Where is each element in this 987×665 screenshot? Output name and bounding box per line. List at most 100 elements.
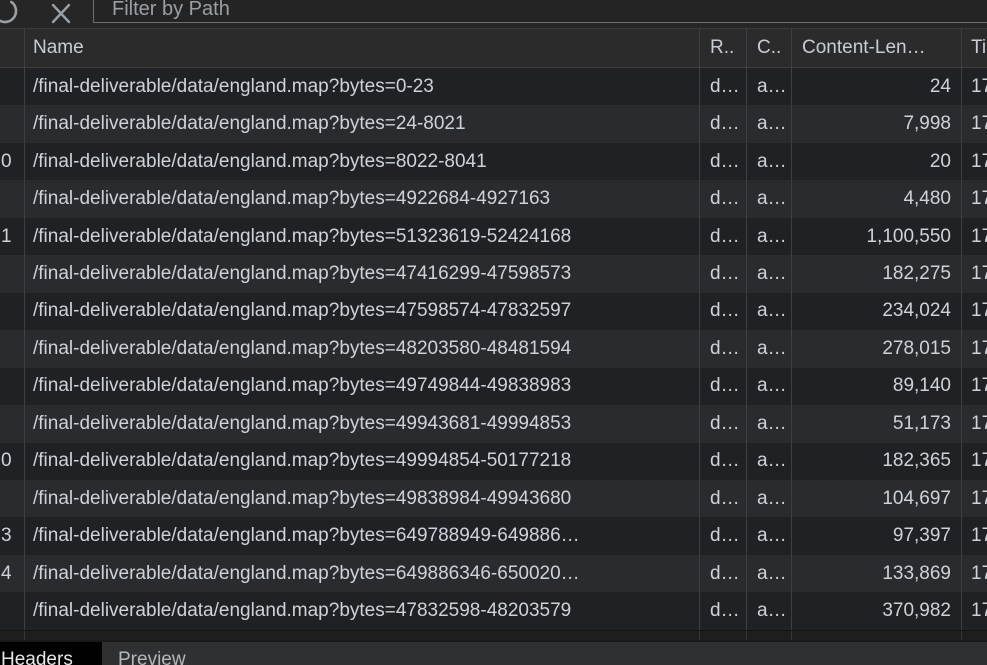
request-r-value: d…: [700, 143, 747, 180]
filter-input[interactable]: [94, 0, 987, 22]
request-r-value: d…: [700, 368, 747, 405]
request-content-length: 20: [792, 143, 962, 180]
network-toolbar: [0, 0, 987, 29]
request-name: /final-deliverable/data/england.map?byte…: [25, 443, 700, 480]
request-r-value: d…: [700, 293, 747, 330]
request-time: 17: [962, 592, 987, 629]
tab-preview[interactable]: Preview: [118, 642, 198, 665]
row-gutter-value: [0, 68, 25, 105]
request-name: /final-deliverable/data/england.map?byte…: [25, 480, 700, 517]
table-row[interactable]: /final-deliverable/data/england.map?byte…: [0, 105, 987, 142]
column-header-name[interactable]: Name: [25, 29, 700, 67]
row-gutter-value: [0, 368, 25, 405]
request-c-value: a…: [747, 368, 792, 405]
table-row[interactable]: /final-deliverable/data/england.map?byte…: [0, 68, 987, 105]
request-c-value: a…: [747, 293, 792, 330]
table-row[interactable]: /final-deliverable/data/england.map?byte…: [0, 180, 987, 217]
table-row[interactable]: /final-deliverable/data/england.map?byte…: [0, 330, 987, 367]
table-bottom-strip: [0, 630, 987, 640]
request-c-value: a…: [747, 405, 792, 442]
request-content-length: 278,015: [792, 330, 962, 367]
details-tab-bar: Headers Preview: [0, 640, 987, 665]
request-time: 17: [962, 480, 987, 517]
row-gutter-value: 1: [0, 218, 25, 255]
table-row[interactable]: /final-deliverable/data/england.map?byte…: [0, 592, 987, 629]
request-c-value: a…: [747, 330, 792, 367]
tab-headers[interactable]: Headers: [0, 642, 102, 665]
request-c-value: a…: [747, 105, 792, 142]
row-gutter-value: [0, 180, 25, 217]
row-gutter-value: 0: [0, 443, 25, 480]
request-r-value: d…: [700, 105, 747, 142]
table-header-row: Name R.. C.. Content-Len… Ti: [0, 29, 987, 68]
request-r-value: d…: [700, 443, 747, 480]
table-row[interactable]: /final-deliverable/data/england.map?byte…: [0, 293, 987, 330]
request-time: 17: [962, 143, 987, 180]
request-r-value: d…: [700, 180, 747, 217]
request-c-value: a…: [747, 180, 792, 217]
request-content-length: 182,275: [792, 255, 962, 292]
request-content-length: 234,024: [792, 293, 962, 330]
request-r-value: d…: [700, 405, 747, 442]
request-content-length: 97,397: [792, 517, 962, 554]
row-gutter-value: 3: [0, 517, 25, 554]
table-row[interactable]: 0/final-deliverable/data/england.map?byt…: [0, 143, 987, 180]
request-content-length: 182,365: [792, 443, 962, 480]
row-gutter-value: [0, 293, 25, 330]
request-name: /final-deliverable/data/england.map?byte…: [25, 368, 700, 405]
request-r-value: d…: [700, 480, 747, 517]
network-panel: Name R.. C.. Content-Len… Ti /final-deli…: [0, 0, 987, 665]
request-time: 17: [962, 68, 987, 105]
request-name: /final-deliverable/data/england.map?byte…: [25, 405, 700, 442]
row-gutter-value: [0, 480, 25, 517]
request-name: /final-deliverable/data/england.map?byte…: [25, 180, 700, 217]
refresh-icon[interactable]: [0, 0, 23, 33]
filter-input-container: [93, 0, 987, 23]
request-time: 17: [962, 330, 987, 367]
request-time: 17: [962, 105, 987, 142]
request-time: 17: [962, 555, 987, 592]
request-content-length: 104,697: [792, 480, 962, 517]
request-c-value: a…: [747, 592, 792, 629]
column-header-time[interactable]: Ti: [962, 29, 987, 67]
row-gutter-value: [0, 592, 25, 629]
request-content-length: 89,140: [792, 368, 962, 405]
request-time: 17: [962, 368, 987, 405]
request-c-value: a…: [747, 480, 792, 517]
request-content-length: 24: [792, 68, 962, 105]
request-time: 17: [962, 255, 987, 292]
request-r-value: d…: [700, 555, 747, 592]
request-time: 17: [962, 443, 987, 480]
table-row[interactable]: /final-deliverable/data/england.map?byte…: [0, 368, 987, 405]
column-header-c[interactable]: C..: [747, 29, 792, 67]
request-c-value: a…: [747, 517, 792, 554]
table-row[interactable]: /final-deliverable/data/england.map?byte…: [0, 255, 987, 292]
row-gutter-value: [0, 255, 25, 292]
clear-icon[interactable]: [48, 1, 74, 32]
request-name: /final-deliverable/data/england.map?byte…: [25, 143, 700, 180]
column-header-content-length[interactable]: Content-Len…: [792, 29, 962, 67]
column-header-gutter: [0, 29, 25, 67]
table-row[interactable]: 4/final-deliverable/data/england.map?byt…: [0, 555, 987, 592]
row-gutter-value: [0, 405, 25, 442]
request-content-length: 7,998: [792, 105, 962, 142]
request-name: /final-deliverable/data/england.map?byte…: [25, 218, 700, 255]
request-name: /final-deliverable/data/england.map?byte…: [25, 555, 700, 592]
table-row[interactable]: 3/final-deliverable/data/england.map?byt…: [0, 517, 987, 554]
row-gutter-value: [0, 330, 25, 367]
request-content-length: 370,982: [792, 592, 962, 629]
table-row[interactable]: 0/final-deliverable/data/england.map?byt…: [0, 443, 987, 480]
table-row[interactable]: /final-deliverable/data/england.map?byte…: [0, 480, 987, 517]
request-name: /final-deliverable/data/england.map?byte…: [25, 293, 700, 330]
request-time: 17: [962, 218, 987, 255]
request-c-value: a…: [747, 68, 792, 105]
request-list: /final-deliverable/data/england.map?byte…: [0, 68, 987, 630]
request-content-length: 133,869: [792, 555, 962, 592]
request-c-value: a…: [747, 255, 792, 292]
request-content-length: 1,100,550: [792, 218, 962, 255]
request-time: 17: [962, 405, 987, 442]
table-row[interactable]: /final-deliverable/data/england.map?byte…: [0, 405, 987, 442]
request-r-value: d…: [700, 517, 747, 554]
table-row[interactable]: 1/final-deliverable/data/england.map?byt…: [0, 218, 987, 255]
column-header-r[interactable]: R..: [700, 29, 747, 67]
